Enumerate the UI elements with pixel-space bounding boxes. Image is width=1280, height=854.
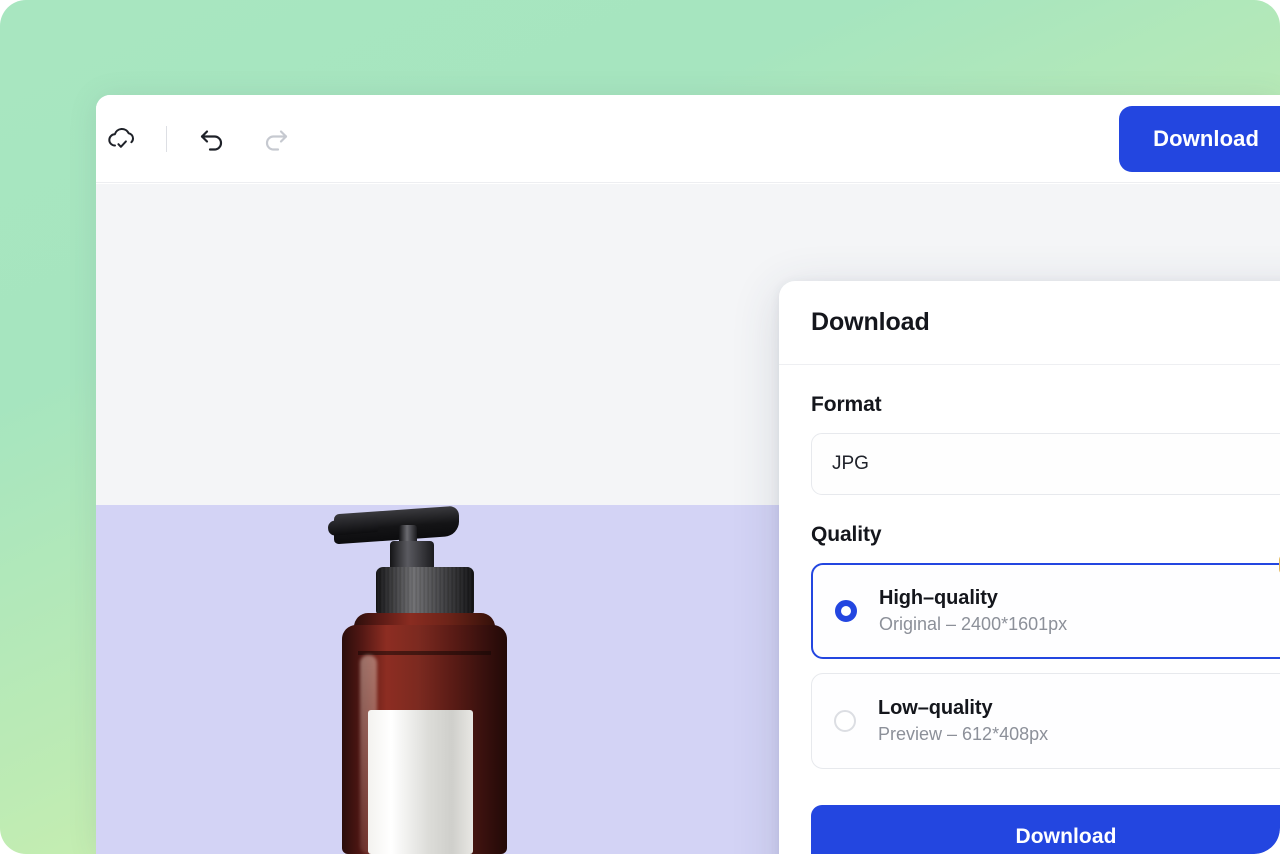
download-modal: Download Format JPG Quality High–quality… [779,281,1280,854]
product-photo[interactable] [302,505,552,854]
quality-option-subtitle: Original – 2400*1601px [879,614,1068,634]
format-select-value: JPG [832,453,869,474]
bottle-label [368,710,473,854]
quality-option-title: High–quality [879,587,998,609]
radio-high-quality[interactable] [835,600,857,622]
toolbar-download-button[interactable]: Download [1119,106,1280,172]
editor-toolbar: Download [96,95,1280,183]
modal-header: Download [779,281,1280,365]
modal-download-button[interactable]: Download [811,805,1280,854]
undo-icon[interactable] [190,117,234,161]
pump-collar [376,567,474,617]
cloud-check-icon[interactable] [100,117,144,161]
quality-option-low[interactable]: Low–quality Preview – 612*408px [811,673,1280,769]
app-frame: Download Download Format JPG Quality Hig… [0,0,1280,854]
redo-icon[interactable] [254,117,298,161]
format-label: Format [811,393,882,416]
bottle-ring [358,651,491,655]
quality-label: Quality [811,523,882,546]
modal-body: Format JPG Quality High–quality Original… [779,365,1280,769]
quality-option-high[interactable]: High–quality Original – 2400*1601px Pro [811,554,1280,659]
quality-option-title: Low–quality [878,697,993,719]
quality-option-subtitle: Preview – 612*408px [878,724,1049,744]
radio-low-quality[interactable] [834,710,856,732]
toolbar-divider [166,125,167,152]
modal-title: Download [811,308,930,336]
format-select[interactable]: JPG [811,433,1280,495]
editor-panel: Download Download Format JPG Quality Hig… [96,95,1280,854]
